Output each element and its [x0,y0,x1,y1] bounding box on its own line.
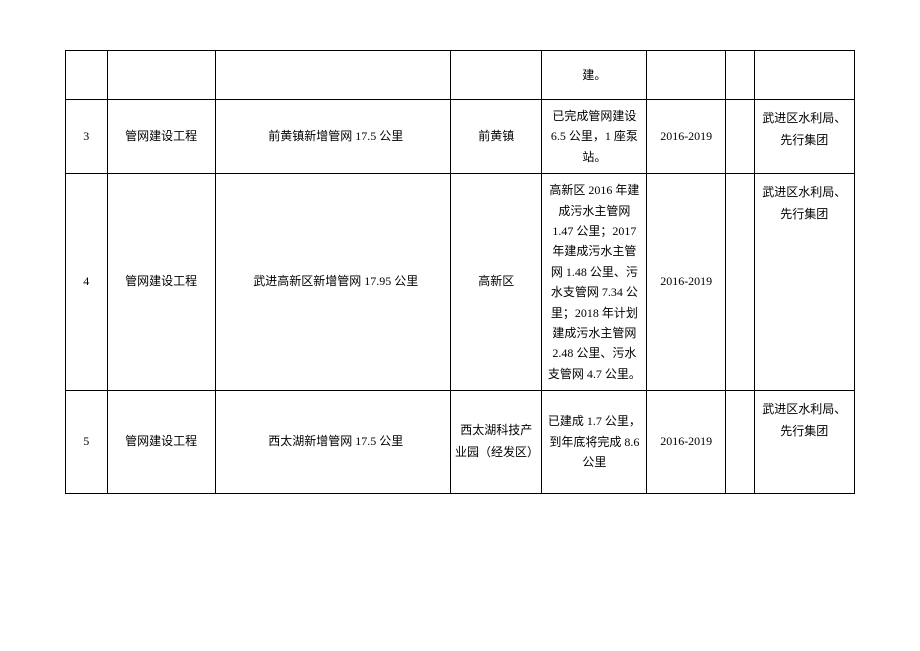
cell-desc: 西太湖新增管网 17.5 公里 [215,391,450,494]
cell-status: 建。 [542,51,647,100]
cell-desc [215,51,450,100]
table-row: 4 管网建设工程 武进高新区新增管网 17.95 公里 高新区 高新区 2016… [66,174,855,391]
cell-text: 武进区水利局、先行集团 [762,185,846,221]
cell-proj: 管网建设工程 [107,100,215,174]
cell-text: 高新区 2016 年建成污水主管网 1.47 公里；2017 年建成污水主管网 … [546,180,642,384]
cell-text: 前黄镇新增管网 17.5 公里 [268,129,403,143]
cell-text: 2016-2019 [660,129,712,143]
cell-text: 武进区水利局、先行集团 [762,402,846,438]
cell-text: 管网建设工程 [125,129,197,143]
cell-text: 已建成 1.7 公里，到年底将完成 8.6 公里 [548,414,641,469]
cell-idx: 5 [66,391,108,494]
cell-idx: 3 [66,100,108,174]
cell-text: 管网建设工程 [125,274,197,288]
cell-proj: 管网建设工程 [107,391,215,494]
data-table: 建。 3 管网建设工程 前黄镇新增管网 17.5 公里 前黄镇 已完成管网建设 … [65,50,855,494]
cell-empty-a [726,51,755,100]
cell-empty-a [726,174,755,391]
cell-text: 已完成管网建设 6.5 公里，1 座泵站。 [551,109,638,164]
cell-text: 3 [83,129,89,143]
cell-year: 2016-2019 [647,174,726,391]
cell-loc: 西太湖科技产业园（经发区） [450,391,542,494]
cell-loc: 高新区 [450,174,542,391]
cell-idx: 4 [66,174,108,391]
cell-text: 4 [83,274,89,288]
cell-desc: 前黄镇新增管网 17.5 公里 [215,100,450,174]
table-row-partial: 建。 [66,51,855,100]
cell-empty-a [726,391,755,494]
cell-year [647,51,726,100]
cell-proj: 管网建设工程 [107,174,215,391]
cell-text: 武进高新区新增管网 17.95 公里 [253,274,418,288]
cell-loc [450,51,542,100]
cell-loc: 前黄镇 [450,100,542,174]
cell-org: 武进区水利局、先行集团 [754,391,854,494]
cell-org: 武进区水利局、先行集团 [754,174,854,391]
table-row: 3 管网建设工程 前黄镇新增管网 17.5 公里 前黄镇 已完成管网建设 6.5… [66,100,855,174]
cell-text: 武进区水利局、先行集团 [762,111,846,147]
cell-text: 2016-2019 [660,434,712,448]
cell-status: 已建成 1.7 公里，到年底将完成 8.6 公里 [542,391,647,494]
cell-text: 管网建设工程 [125,434,197,448]
cell-idx [66,51,108,100]
cell-status: 已完成管网建设 6.5 公里，1 座泵站。 [542,100,647,174]
cell-desc: 武进高新区新增管网 17.95 公里 [215,174,450,391]
cell-year: 2016-2019 [647,100,726,174]
cell-year: 2016-2019 [647,391,726,494]
cell-org [754,51,854,100]
cell-text: 5 [83,434,89,448]
cell-text: 前黄镇 [478,129,514,143]
cell-status: 高新区 2016 年建成污水主管网 1.47 公里；2017 年建成污水主管网 … [542,174,647,391]
cell-proj [107,51,215,100]
cell-text: 高新区 [478,274,514,288]
cell-text: 西太湖新增管网 17.5 公里 [268,434,403,448]
cell-text: 2016-2019 [660,274,712,288]
cell-org: 武进区水利局、先行集团 [754,100,854,174]
cell-text: 建。 [582,68,606,82]
cell-empty-a [726,100,755,174]
cell-text: 西太湖科技产业园（经发区） [455,423,539,459]
table-row: 5 管网建设工程 西太湖新增管网 17.5 公里 西太湖科技产业园（经发区） 已… [66,391,855,494]
